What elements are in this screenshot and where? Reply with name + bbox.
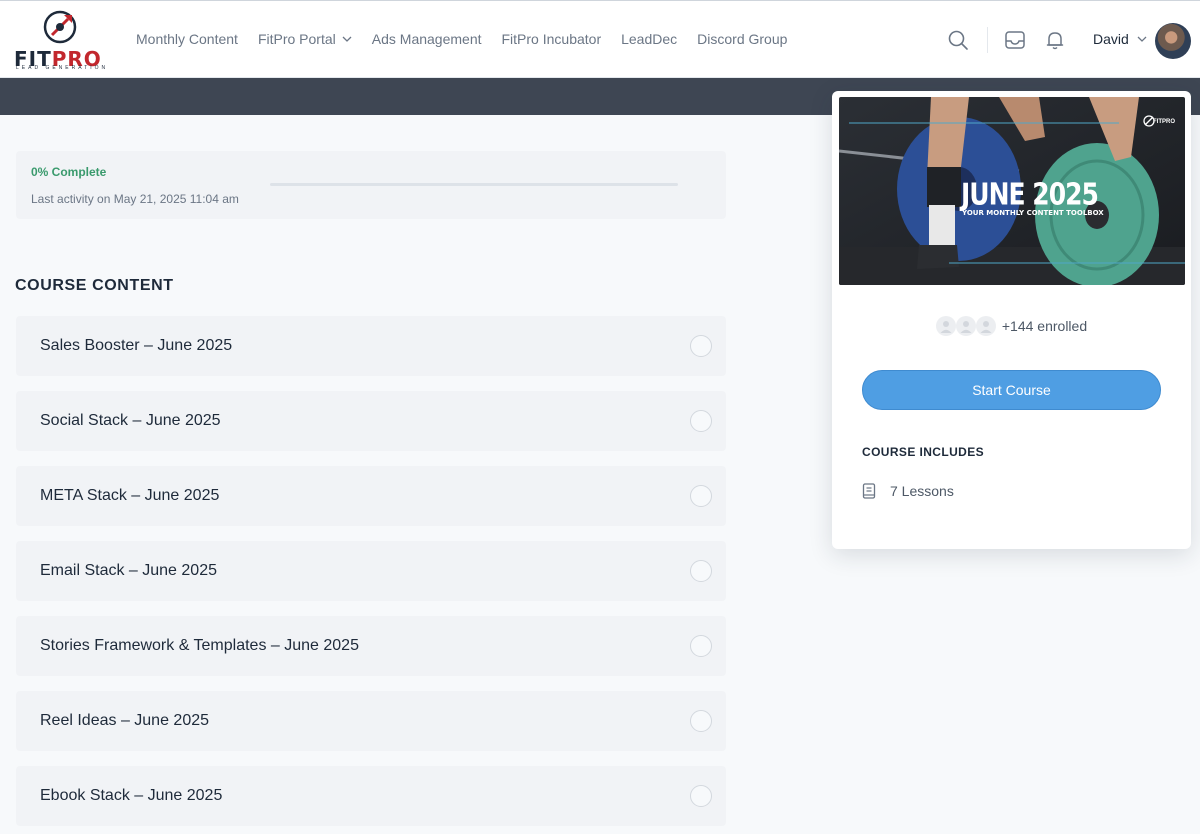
enrolled-avatar <box>955 316 976 336</box>
nav-label: FitPro Incubator <box>501 31 602 47</box>
lesson-title: Stories Framework & Templates – June 202… <box>40 637 359 654</box>
user-placeholder-icon <box>940 321 952 333</box>
search-icon[interactable] <box>947 29 969 51</box>
lesson-item[interactable]: Ebook Stack – June 2025 <box>16 766 726 826</box>
nav-label: FitPro Portal <box>257 31 336 47</box>
user-placeholder-icon <box>980 321 992 333</box>
header-divider <box>987 27 988 53</box>
enrolled-avatar <box>975 316 996 336</box>
nav-label: Ads Management <box>371 31 482 47</box>
start-course-button[interactable]: Start Course <box>862 370 1161 410</box>
lesson-status-circle <box>690 785 712 807</box>
main-nav: Monthly Content FitPro Portal Ads Manage… <box>136 31 787 47</box>
thumbnail-subtitle: YOUR MONTHLY CONTENT TOOLBOX <box>962 209 1104 217</box>
nav-leaddec[interactable]: LeadDec <box>621 31 677 47</box>
book-icon <box>862 483 876 499</box>
lesson-title: Reel Ideas – June 2025 <box>40 712 210 729</box>
lesson-item[interactable]: Reel Ideas – June 2025 <box>16 691 726 751</box>
thumbnail-title: JUNE 2025 <box>961 177 1099 212</box>
lesson-status-circle <box>690 485 712 507</box>
inbox-icon[interactable] <box>1004 29 1026 51</box>
avatar[interactable] <box>1155 23 1191 59</box>
lesson-status-circle <box>690 335 712 357</box>
course-includes-title: COURSE INCLUDES <box>862 445 985 459</box>
nav-discord-group[interactable]: Discord Group <box>697 31 787 47</box>
nav-monthly-content[interactable]: Monthly Content <box>136 31 238 47</box>
lesson-title: Sales Booster – June 2025 <box>40 337 233 354</box>
user-menu[interactable]: David <box>1093 31 1147 47</box>
lesson-title: META Stack – June 2025 <box>40 487 220 504</box>
enrolled-avatar <box>935 316 956 336</box>
lesson-title: Ebook Stack – June 2025 <box>40 787 223 804</box>
course-thumbnail[interactable]: JUNE 2025 YOUR MONTHLY CONTENT TOOLBOX F… <box>839 97 1185 285</box>
lesson-item[interactable]: Email Stack – June 2025 <box>16 541 726 601</box>
lesson-item[interactable]: Social Stack – June 2025 <box>16 391 726 451</box>
nav-label: LeadDec <box>621 31 678 47</box>
progress-card: 0% Complete Last activity on May 21, 202… <box>16 151 726 219</box>
lesson-item[interactable]: META Stack – June 2025 <box>16 466 726 526</box>
fitpro-logo[interactable]: FITPRO LEAD GENERATION <box>12 9 108 71</box>
nav-fitpro-incubator[interactable]: FitPro Incubator <box>502 31 602 47</box>
nav-label: Discord Group <box>697 31 788 47</box>
chevron-down-icon <box>1137 36 1147 42</box>
logo-tagline: LEAD GENERATION <box>16 65 109 71</box>
progress-bar <box>270 183 678 186</box>
course-content-title: COURSE CONTENT <box>15 277 174 294</box>
user-placeholder-icon <box>960 321 972 333</box>
enrolled-avatars <box>935 316 996 336</box>
course-sidebar-card: JUNE 2025 YOUR MONTHLY CONTENT TOOLBOX F… <box>832 91 1191 549</box>
lesson-status-circle <box>690 710 712 732</box>
lesson-list: Sales Booster – June 2025 Social Stack –… <box>16 316 726 834</box>
progress-percent: 0% Complete <box>31 165 107 179</box>
lesson-item[interactable]: Sales Booster – June 2025 <box>16 316 726 376</box>
top-header: FITPRO LEAD GENERATION Monthly Content F… <box>0 0 1200 78</box>
lesson-item[interactable]: Stories Framework & Templates – June 202… <box>16 616 726 676</box>
lesson-status-circle <box>690 410 712 432</box>
lesson-status-circle <box>690 635 712 657</box>
lesson-title: Social Stack – June 2025 <box>40 412 221 429</box>
nav-ads-management[interactable]: Ads Management <box>372 31 482 47</box>
enrolled-label: +144 enrolled <box>1001 318 1088 334</box>
logo-mark-icon <box>43 10 77 44</box>
nav-label: Monthly Content <box>136 31 238 47</box>
nav-fitpro-portal[interactable]: FitPro Portal <box>258 31 352 47</box>
lesson-status-circle <box>690 560 712 582</box>
chevron-down-icon <box>342 36 352 42</box>
course-includes-item: 7 Lessons <box>862 483 954 499</box>
thumbnail-brand: FITPRO <box>1153 119 1175 125</box>
last-activity: Last activity on May 21, 2025 11:04 am <box>31 192 239 206</box>
user-name: David <box>1093 31 1129 47</box>
enrolled-count: +144 enrolled <box>832 316 1191 336</box>
bell-icon[interactable] <box>1044 29 1066 51</box>
lesson-count: 7 Lessons <box>890 483 954 499</box>
lesson-title: Email Stack – June 2025 <box>40 562 217 579</box>
